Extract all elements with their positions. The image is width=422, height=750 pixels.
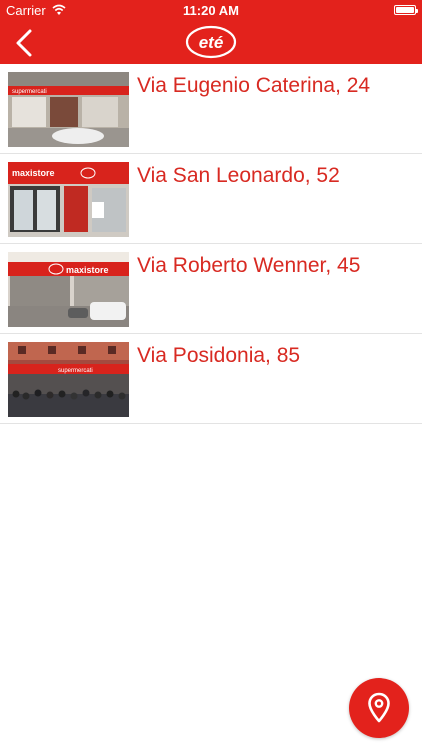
store-row[interactable]: maxistore Via Roberto Wenner, 45 [0, 244, 422, 334]
svg-text:maxistore: maxistore [12, 168, 55, 178]
store-address: Via Eugenio Caterina, 24 [137, 74, 371, 97]
map-pin-icon [368, 692, 390, 723]
store-row[interactable]: maxistore Via San Leonardo, 52 [0, 154, 422, 244]
status-time: 11:20 AM [183, 3, 239, 18]
ete-logo: eté [185, 25, 237, 59]
store-row[interactable]: supermercati Via Eugenio Caterina, 24 [0, 64, 422, 154]
store-photo: supermercati [8, 72, 129, 147]
store-row[interactable]: supermercati Via Posidonia, 85 [0, 334, 422, 424]
map-button[interactable] [349, 678, 409, 738]
battery-icon [394, 5, 418, 15]
store-photo: maxistore [8, 252, 129, 327]
store-address: Via Roberto Wenner, 45 [137, 254, 361, 277]
back-chevron-icon[interactable] [10, 26, 38, 60]
store-address: Via Posidonia, 85 [137, 344, 301, 367]
store-list: supermercati Via Eugenio Caterina, 24 ma… [0, 64, 422, 424]
svg-text:maxistore: maxistore [66, 265, 109, 275]
status-bar: Carrier 11:20 AM [0, 0, 422, 22]
logo-text: eté [199, 33, 224, 52]
store-photo: maxistore [8, 162, 129, 237]
svg-text:supermercati: supermercati [12, 89, 47, 95]
store-address: Via San Leonardo, 52 [137, 164, 340, 187]
svg-text:supermercati: supermercati [58, 368, 93, 374]
store-photo: supermercati [8, 342, 129, 417]
navigation-bar: Carrier 11:20 AM eté [0, 0, 422, 64]
